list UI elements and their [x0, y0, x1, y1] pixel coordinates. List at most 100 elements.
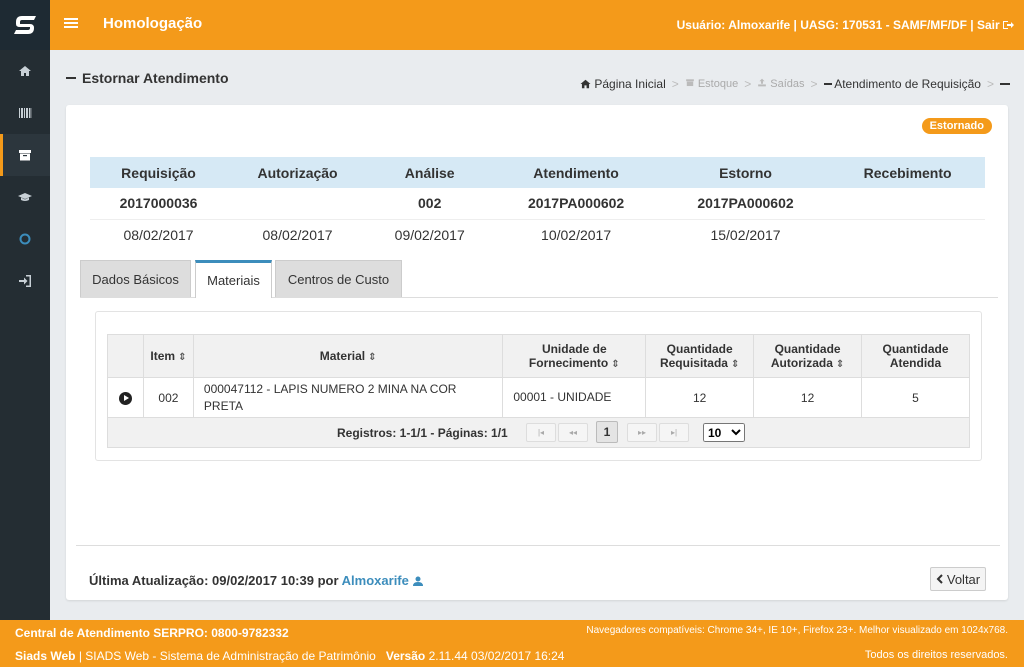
stage-date: 15/02/2017 — [710, 226, 781, 243]
stage-header: Autorização — [227, 157, 369, 188]
item-cell: 002 — [142, 377, 194, 418]
app-title: Homologação — [103, 15, 203, 32]
materials-table: Item ⇕ Material ⇕ Unidade de Fornecimento ⇕… — [107, 334, 970, 418]
stage-header: Estorno — [660, 157, 831, 188]
stage-code — [830, 188, 985, 220]
sort-icon: ⇕ — [835, 359, 845, 370]
pagination-bar: Registros: 1-1/1 - Páginas: 1/1 |◂ ◂◂ 1 … — [107, 418, 970, 448]
tab-dados-basicos[interactable]: Dados Básicos — [80, 260, 191, 297]
atendida-cell: 5 — [861, 377, 970, 418]
stage-date — [830, 219, 985, 250]
minus-icon — [66, 77, 76, 79]
expand-row-icon[interactable] — [118, 391, 132, 405]
requisitada-column-header[interactable]: Quantidade Requisitada ⇕ — [645, 334, 755, 378]
sidebar-item-estoque[interactable] — [0, 134, 50, 176]
sort-icon: ⇕ — [730, 359, 740, 370]
breadcrumb-separator: > — [986, 77, 994, 91]
footer-version-value: 2.11.44 03/02/2017 16:24 — [428, 649, 565, 663]
circle-icon — [19, 233, 31, 245]
sidebar-item-login[interactable] — [0, 260, 50, 302]
materials-panel: Item ⇕ Material ⇕ Unidade de Fornecimento ⇕… — [95, 311, 982, 461]
sidebar-item-barcode[interactable] — [0, 92, 50, 134]
tab-centros-de-custo[interactable]: Centros de Custo — [275, 260, 402, 297]
sort-icon: ⇕ — [611, 359, 620, 370]
menu-toggle-button[interactable] — [64, 16, 78, 32]
upload-icon — [758, 78, 767, 87]
prev-page-button[interactable]: ◂◂ — [558, 423, 588, 442]
last-update-user-link[interactable]: Almoxarife — [342, 573, 423, 588]
minus-icon — [1000, 83, 1010, 85]
page-size-select[interactable]: 10 — [703, 423, 745, 442]
footer-siads-text: | SIADS Web - Sistema de Administração d… — [78, 649, 376, 663]
atendida-header-label-1: Quantidade — [882, 342, 949, 356]
footer-version-label: Versão — [385, 649, 426, 663]
stages-header-row: Requisição Autorização Análise Atendimen… — [90, 157, 985, 188]
breadcrumb-home[interactable]: Página Inicial — [580, 77, 666, 91]
tab-materiais[interactable]: Materiais — [195, 260, 272, 298]
footer-siads: Siads Web | SIADS Web - Sistema de Admin… — [15, 649, 564, 663]
breadcrumb-estoque[interactable]: Estoque — [685, 78, 738, 90]
logout-link[interactable]: Sair — [977, 18, 1014, 32]
stage-code: 2017PA000602 — [660, 188, 831, 220]
stages-table: Requisição Autorização Análise Atendimen… — [90, 157, 985, 250]
stage-code — [227, 188, 369, 220]
breadcrumb-separator: > — [810, 77, 818, 91]
stage-header: Requisição — [90, 157, 228, 188]
app-logo[interactable] — [0, 0, 50, 50]
footer-rights: Todos os direitos reservados. — [864, 649, 1008, 661]
stage-header: Atendimento — [491, 157, 661, 188]
breadcrumb-current-label: Atendimento de Requisição — [834, 77, 981, 91]
unidade-header-label-1: Unidade de — [541, 342, 607, 356]
table-row: 002 000047112 - LAPIS NUMERO 2 MINA NA C… — [107, 377, 970, 418]
last-page-button[interactable]: ▸| — [659, 423, 689, 442]
home-icon — [19, 66, 31, 76]
sidebar-item-circle[interactable] — [0, 218, 50, 260]
page-number-button[interactable]: 1 — [596, 421, 618, 443]
autorizada-header-label-2: Autorizada — [770, 356, 833, 370]
main-card: Estornado Requisição Autorização Análise… — [66, 105, 1008, 600]
next-page-button[interactable]: ▸▸ — [627, 423, 657, 442]
unidade-cell: 00001 - UNIDADE — [502, 377, 647, 418]
sidebar-item-home[interactable] — [0, 50, 50, 92]
breadcrumb-saidas-label: Saídas — [770, 78, 805, 90]
sort-icon: ⇕ — [178, 352, 187, 363]
divider — [76, 545, 1000, 546]
sidebar — [0, 50, 50, 620]
footer-siads-bold: Siads Web — [15, 649, 76, 663]
page-title: Estornar Atendimento — [66, 70, 229, 86]
item-header-label: Item — [150, 349, 176, 363]
stage-header: Recebimento — [830, 157, 985, 188]
last-update-user: Almoxarife — [341, 573, 409, 588]
logo-icon — [14, 16, 36, 34]
autorizada-column-header[interactable]: Quantidade Autorizada ⇕ — [753, 334, 863, 378]
unidade-column-header[interactable]: Unidade de Fornecimento ⇕ — [502, 334, 647, 378]
sign-out-icon — [1003, 21, 1014, 29]
home-icon — [580, 79, 591, 89]
graduation-cap-icon — [18, 193, 32, 201]
breadcrumb-saidas[interactable]: Saídas — [757, 78, 805, 90]
breadcrumb-separator: > — [671, 77, 679, 91]
stage-date: 08/02/2017 — [262, 226, 333, 243]
atendida-header-label-2: Atendida — [889, 356, 942, 370]
material-text-1: 000047112 - LAPIS NUMERO 2 MINA NA COR — [203, 381, 457, 396]
material-column-header[interactable]: Material ⇕ — [192, 334, 504, 378]
requisitada-header-label-1: Quantidade — [666, 342, 733, 356]
sign-in-icon — [19, 275, 31, 287]
materials-header-row: Item ⇕ Material ⇕ Unidade de Fornecimento ⇕… — [107, 334, 970, 378]
stage-code: 002 — [368, 188, 492, 220]
back-button[interactable]: Voltar — [930, 567, 986, 591]
first-page-button[interactable]: |◂ — [526, 423, 556, 442]
unidade-header-label-2: Fornecimento — [528, 356, 609, 370]
sidebar-item-training[interactable] — [0, 176, 50, 218]
breadcrumb-separator: > — [744, 77, 752, 91]
top-bar: Homologação Usuário: Almoxarife | UASG: … — [0, 0, 1024, 50]
breadcrumb-current: Atendimento de Requisição — [823, 77, 981, 91]
stages-dates-row: 08/02/2017 08/02/2017 09/02/2017 10/02/2… — [90, 219, 985, 250]
breadcrumb-estoque-label: Estoque — [697, 78, 739, 90]
material-cell: 000047112 - LAPIS NUMERO 2 MINA NA COR P… — [192, 377, 504, 418]
stage-header: Análise — [368, 157, 492, 188]
archive-icon — [19, 150, 31, 161]
item-column-header[interactable]: Item ⇕ — [142, 334, 194, 378]
atendida-column-header[interactable]: Quantidade Atendida — [861, 334, 970, 378]
stage-date: 08/02/2017 — [123, 226, 194, 243]
